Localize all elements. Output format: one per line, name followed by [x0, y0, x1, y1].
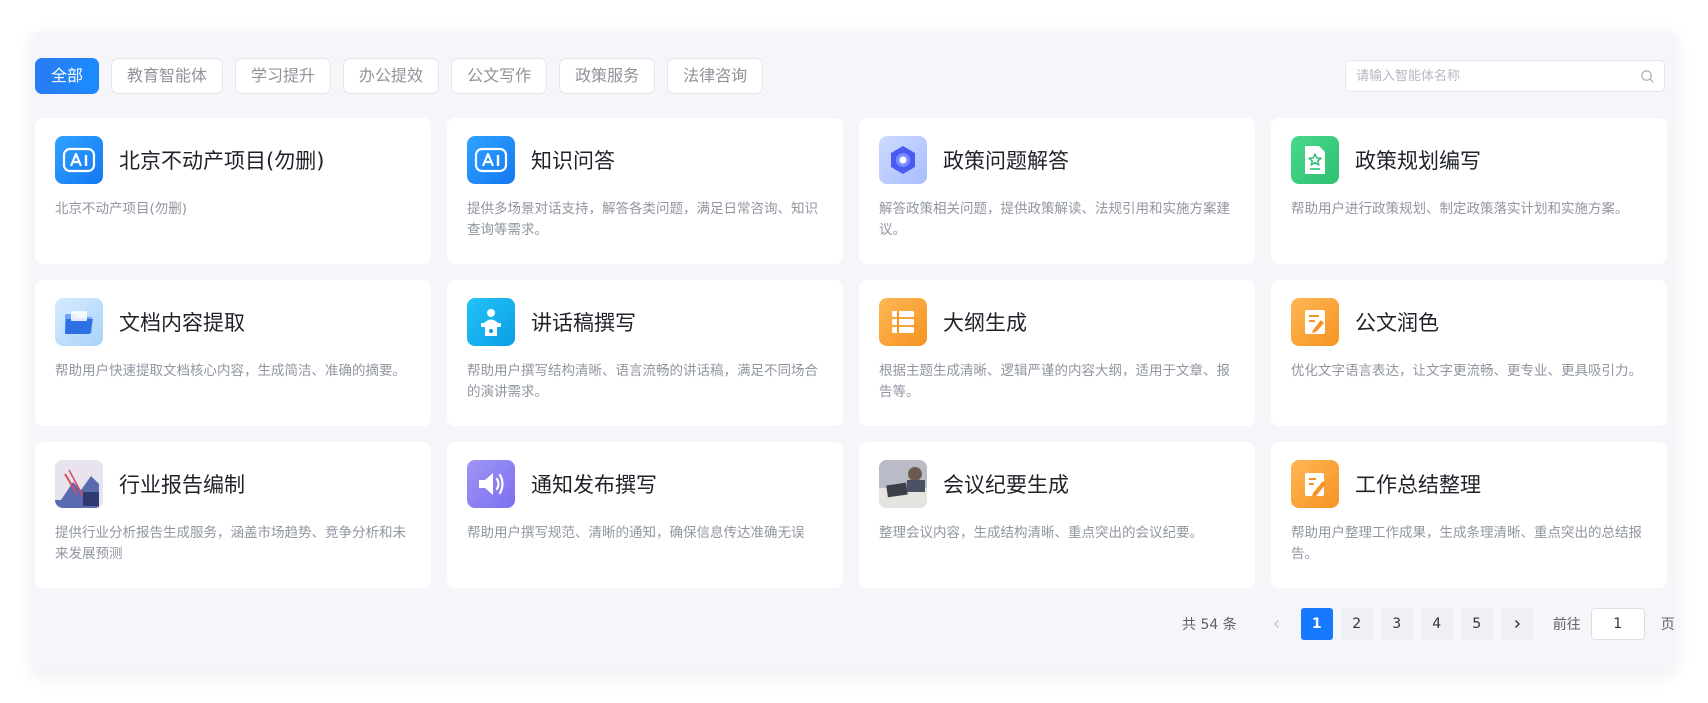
card-title: 政策问题解答: [943, 149, 1069, 173]
chevron-left-icon: [1273, 620, 1279, 628]
page-button[interactable]: 5: [1460, 608, 1493, 640]
card-description: 优化文字语言表达，让文字更流畅、更专业、更具吸引力。: [1291, 363, 1642, 379]
tab-education-agents[interactable]: 教育智能体: [111, 58, 224, 94]
card-description: 帮助用户撰写规范、清晰的通知，确保信息传达准确无误: [467, 525, 805, 541]
ai-icon: [467, 136, 515, 184]
agent-card[interactable]: 政策问题解答 解答政策相关问题，提供政策解读、法规引用和实施方案建议。: [859, 118, 1255, 264]
card-description: 根据主题生成清晰、逻辑严谨的内容大纲，适用于文章、报告等。: [879, 363, 1230, 400]
tab-official-writing[interactable]: 公文写作: [451, 58, 548, 94]
card-description: 提供多场景对话支持，解答各类问题，满足日常咨询、知识查询等需求。: [467, 201, 818, 238]
card-description: 帮助用户进行政策规划、制定政策落实计划和实施方案。: [1291, 201, 1629, 217]
agent-card[interactable]: 知识问答 提供多场景对话支持，解答各类问题，满足日常咨询、知识查询等需求。: [447, 118, 843, 264]
card-title: 会议纪要生成: [943, 473, 1069, 497]
tab-legal-consulting[interactable]: 法律咨询: [667, 58, 764, 94]
tab-learning[interactable]: 学习提升: [235, 58, 332, 94]
agent-grid: 北京不动产项目(勿删) 北京不动产项目(勿删) 知识问答 提供多场景对话支持，解…: [35, 118, 1667, 588]
page-button[interactable]: 2: [1340, 608, 1373, 640]
card-title: 公文润色: [1355, 311, 1439, 335]
card-description: 整理会议内容，生成结构清晰、重点突出的会议纪要。: [879, 525, 1203, 541]
goto-page-input[interactable]: [1590, 608, 1645, 640]
agent-card[interactable]: 公文润色 优化文字语言表达，让文字更流畅、更专业、更具吸引力。: [1271, 280, 1667, 426]
agent-card[interactable]: 政策规划编写 帮助用户进行政策规划、制定政策落实计划和实施方案。: [1271, 118, 1667, 264]
search-icon[interactable]: [1640, 69, 1655, 84]
card-description: 帮助用户撰写结构清晰、语言流畅的讲话稿，满足不同场合的演讲需求。: [467, 363, 818, 400]
document-star-icon: [1291, 136, 1339, 184]
card-title: 政策规划编写: [1355, 149, 1481, 173]
prev-page-button[interactable]: [1261, 608, 1293, 640]
podium-speaker-icon: [467, 298, 515, 346]
outline-list-icon: [879, 298, 927, 346]
card-description: 提供行业分析报告生成服务，涵盖市场趋势、竞争分析和未来发展预测: [55, 525, 406, 562]
card-title: 大纲生成: [943, 311, 1027, 335]
card-title: 行业报告编制: [119, 473, 245, 497]
card-title: 通知发布撰写: [531, 473, 657, 497]
agent-card[interactable]: 工作总结整理 帮助用户整理工作成果，生成条理清晰、重点突出的总结报告。: [1271, 442, 1667, 588]
page-button[interactable]: 3: [1380, 608, 1413, 640]
agent-card[interactable]: 讲话稿撰写 帮助用户撰写结构清晰、语言流畅的讲话稿，满足不同场合的演讲需求。: [447, 280, 843, 426]
card-title: 北京不动产项目(勿删): [119, 149, 325, 173]
card-description: 北京不动产项目(勿删): [55, 201, 188, 217]
agent-card[interactable]: 北京不动产项目(勿删) 北京不动产项目(勿删): [35, 118, 431, 264]
folder-icon: [55, 298, 103, 346]
agent-card[interactable]: 大纲生成 根据主题生成清晰、逻辑严谨的内容大纲，适用于文章、报告等。: [859, 280, 1255, 426]
document-pen-icon: [1291, 298, 1339, 346]
agent-panel: 全部 教育智能体 学习提升 办公提效 公文写作 政策服务 法律咨询 请输入智能体…: [32, 32, 1675, 671]
card-description: 帮助用户快速提取文档核心内容，生成简洁、准确的摘要。: [55, 363, 406, 379]
page-button[interactable]: 1: [1300, 608, 1333, 640]
pagination: 共 54 条 1 2 3 4 5 前往 页: [1182, 608, 1675, 640]
page-suffix: 页: [1660, 617, 1675, 633]
total-count: 共 54 条: [1182, 617, 1237, 633]
agent-card[interactable]: 行业报告编制 提供行业分析报告生成服务，涵盖市场趋势、竞争分析和未来发展预测: [35, 442, 431, 588]
goto-label: 前往: [1552, 617, 1581, 633]
next-page-button[interactable]: [1500, 608, 1533, 640]
tab-office-efficiency[interactable]: 办公提效: [343, 58, 440, 94]
agent-card[interactable]: 会议纪要生成 整理会议内容，生成结构清晰、重点突出的会议纪要。: [859, 442, 1255, 588]
card-title: 文档内容提取: [119, 311, 245, 335]
search-box: [1345, 60, 1665, 92]
card-description: 解答政策相关问题，提供政策解读、法规引用和实施方案建议。: [879, 201, 1230, 238]
category-tabs: 全部 教育智能体 学习提升 办公提效 公文写作 政策服务 法律咨询: [35, 58, 775, 94]
policy-badge-icon: [879, 136, 927, 184]
ai-icon: [55, 136, 103, 184]
card-title: 知识问答: [531, 149, 615, 173]
card-title: 讲话稿撰写: [531, 311, 636, 335]
agent-card[interactable]: 文档内容提取 帮助用户快速提取文档核心内容，生成简洁、准确的摘要。: [35, 280, 431, 426]
report-photo-icon: [55, 460, 103, 508]
speaker-icon: [467, 460, 515, 508]
meeting-photo-icon: [879, 460, 927, 508]
card-title: 工作总结整理: [1355, 473, 1481, 497]
search-input[interactable]: [1346, 61, 1626, 91]
page-button[interactable]: 4: [1420, 608, 1453, 640]
tab-all[interactable]: 全部: [35, 58, 100, 94]
chevron-right-icon: [1514, 620, 1520, 628]
agent-card[interactable]: 通知发布撰写 帮助用户撰写规范、清晰的通知，确保信息传达准确无误: [447, 442, 843, 588]
card-description: 帮助用户整理工作成果，生成条理清晰、重点突出的总结报告。: [1291, 525, 1642, 562]
tab-policy-services[interactable]: 政策服务: [559, 58, 656, 94]
edit-note-icon: [1291, 460, 1339, 508]
